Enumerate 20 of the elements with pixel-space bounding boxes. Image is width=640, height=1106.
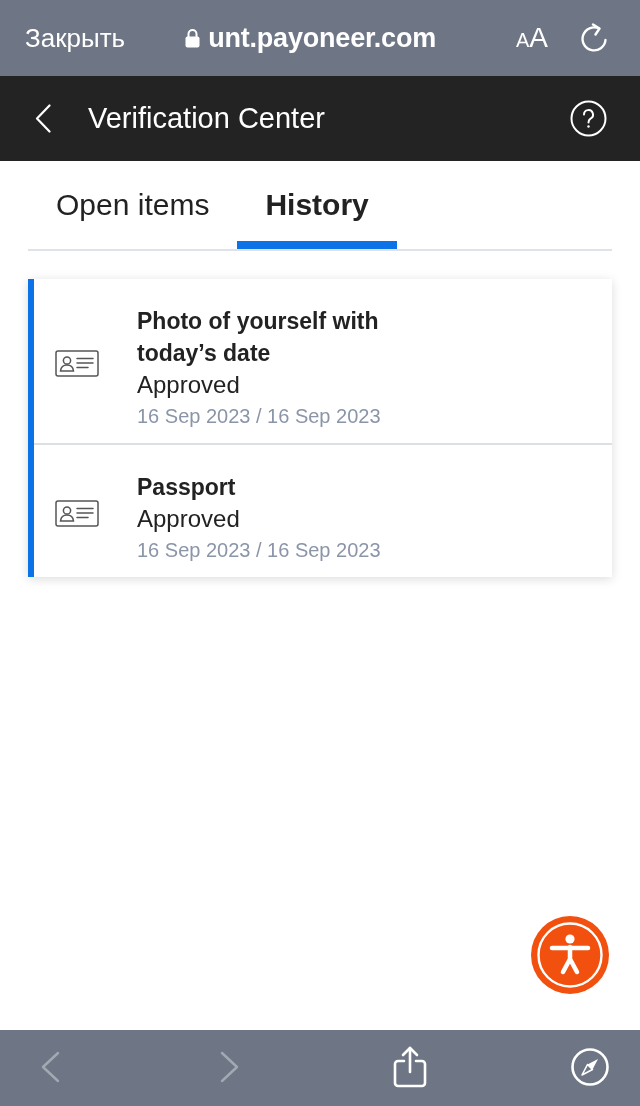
item-status: Approved — [137, 504, 241, 534]
reload-icon[interactable] — [580, 23, 608, 53]
item-dates: 16 Sep 2023 / 16 Sep 2023 — [137, 538, 381, 563]
item-title: Photo of yourself with today’s date — [137, 307, 380, 368]
page-title: Verification Center — [88, 104, 325, 133]
compass-icon[interactable] — [571, 1048, 609, 1086]
help-icon[interactable] — [570, 100, 607, 137]
item-dates: 16 Sep 2023 / 16 Sep 2023 — [137, 404, 382, 429]
tab[interactable]: History — [237, 161, 397, 249]
close-button[interactable]: Закрыть — [25, 25, 126, 51]
accessibility-icon — [537, 922, 603, 988]
id-card-icon — [55, 499, 99, 527]
id-card-icon — [55, 349, 99, 377]
tab[interactable]: Open items — [28, 161, 238, 249]
reader-button[interactable]: AA — [515, 24, 548, 52]
address-bar[interactable]: unt.payoneer.com — [185, 24, 436, 52]
share-icon[interactable] — [393, 1046, 427, 1088]
item-title: Passport — [137, 473, 237, 502]
lock-icon — [185, 28, 201, 48]
item-status: Approved — [137, 370, 241, 400]
